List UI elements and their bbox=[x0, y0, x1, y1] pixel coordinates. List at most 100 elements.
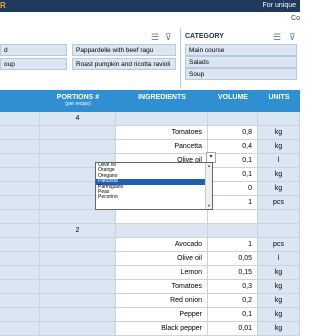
category-item-main-course[interactable]: Main course bbox=[185, 44, 297, 56]
slicer-item[interactable]: Pappardelle with beef ragu bbox=[72, 44, 176, 56]
ingredient-cell[interactable]: Olive oil bbox=[116, 252, 208, 266]
ingredient-cell[interactable] bbox=[116, 224, 208, 238]
column-header-volume: VOLUME bbox=[208, 90, 258, 112]
ingredient-dropdown-list[interactable]: Olive oil Orange Oregano Pancetta Parmigiano… bbox=[95, 162, 213, 210]
ingredient-cell[interactable]: Lemon bbox=[116, 266, 208, 280]
units-cell[interactable] bbox=[258, 112, 300, 126]
slicer-item[interactable]: oup bbox=[0, 58, 67, 70]
portions-cell bbox=[40, 322, 116, 336]
units-cell[interactable]: kg bbox=[258, 182, 300, 196]
dropdown-option[interactable]: Pecorino bbox=[96, 194, 212, 200]
table-row: Black pepper 0,01 kg bbox=[0, 322, 300, 336]
row-label-cell bbox=[0, 322, 40, 336]
row-label-cell bbox=[0, 154, 40, 168]
volume-cell[interactable]: 0,2 bbox=[208, 294, 258, 308]
units-cell[interactable]: pcs bbox=[258, 196, 300, 210]
table-row: Pepper 0,1 kg bbox=[0, 308, 300, 322]
ingredient-cell[interactable]: Red onion bbox=[116, 294, 208, 308]
table-row: Olive oil 0,05 l bbox=[0, 252, 300, 266]
volume-cell[interactable] bbox=[208, 210, 258, 224]
volume-cell[interactable]: 0,1 bbox=[208, 308, 258, 322]
units-cell[interactable] bbox=[258, 210, 300, 224]
category-title: CATEGORY bbox=[185, 33, 224, 40]
units-cell[interactable]: pcs bbox=[258, 238, 300, 252]
table-row: 2 bbox=[0, 224, 300, 238]
units-cell[interactable]: l bbox=[258, 154, 300, 168]
units-cell[interactable]: kg bbox=[258, 280, 300, 294]
units-cell[interactable]: kg bbox=[258, 266, 300, 280]
multi-select-icon[interactable]: ☰ bbox=[273, 32, 281, 42]
units-cell[interactable]: l bbox=[258, 252, 300, 266]
scroll-down-icon[interactable]: ▼ bbox=[206, 203, 212, 209]
row-label-cell bbox=[0, 308, 40, 322]
volume-cell[interactable]: 0,3 bbox=[208, 280, 258, 294]
scroll-up-icon[interactable]: ▲ bbox=[206, 163, 212, 169]
category-slicer-panel: CATEGORY ☰ ⊽ Main course Salads Soup bbox=[181, 28, 300, 88]
ingredient-cell[interactable] bbox=[116, 210, 208, 224]
slicer-item[interactable]: d bbox=[0, 44, 67, 56]
row-label-cell bbox=[0, 224, 40, 238]
sub-banner: Co bbox=[0, 12, 300, 28]
table-row: Pancetta 0,4 kg bbox=[0, 140, 300, 154]
volume-cell[interactable]: 1 bbox=[208, 238, 258, 252]
row-label-cell bbox=[0, 266, 40, 280]
volume-cell[interactable] bbox=[208, 112, 258, 126]
ingredient-cell[interactable]: Pancetta bbox=[116, 140, 208, 154]
table-row: Tomatoes 0,8 kg bbox=[0, 126, 300, 140]
volume-cell[interactable]: 0,8 bbox=[208, 126, 258, 140]
portions-cell bbox=[40, 140, 116, 154]
ingredient-cell[interactable] bbox=[116, 112, 208, 126]
clear-filter-icon[interactable]: ⊽ bbox=[165, 32, 172, 42]
column-header-portions: PORTIONS # (per recipe) bbox=[40, 90, 116, 112]
volume-cell[interactable] bbox=[208, 224, 258, 238]
ingredient-cell[interactable]: Tomatoes bbox=[116, 126, 208, 140]
portions-cell bbox=[40, 280, 116, 294]
row-label-cell bbox=[0, 252, 40, 266]
portions-cell: 2 bbox=[40, 224, 116, 238]
ingredient-cell[interactable]: Avocado bbox=[116, 238, 208, 252]
portions-cell bbox=[40, 126, 116, 140]
top-banner: R For unique bbox=[0, 0, 300, 12]
units-cell[interactable]: kg bbox=[258, 322, 300, 336]
units-cell[interactable]: kg bbox=[258, 308, 300, 322]
row-label-cell bbox=[0, 294, 40, 308]
slicer-item[interactable]: Roast pumpkin and ricotta ravioli bbox=[72, 58, 176, 70]
units-cell[interactable]: kg bbox=[258, 140, 300, 154]
table-row: Red onion 0,2 kg bbox=[0, 294, 300, 308]
dropdown-scrollbar[interactable]: ▲ ▼ bbox=[205, 163, 212, 209]
row-label-cell bbox=[0, 196, 40, 210]
portions-cell bbox=[40, 210, 116, 224]
column-header-units: UNITS bbox=[258, 90, 300, 112]
portions-header-sub: (per recipe) bbox=[65, 101, 91, 107]
units-cell[interactable] bbox=[258, 224, 300, 238]
column-header-blank bbox=[0, 90, 40, 112]
portions-cell bbox=[40, 308, 116, 322]
volume-cell[interactable]: 0,1 bbox=[208, 168, 258, 182]
portions-cell bbox=[40, 266, 116, 280]
multi-select-icon[interactable]: ☰ bbox=[151, 32, 159, 42]
category-item-soup[interactable]: Soup bbox=[185, 68, 297, 80]
clear-filter-icon[interactable]: ⊽ bbox=[289, 32, 296, 42]
row-label-cell bbox=[0, 140, 40, 154]
portions-cell bbox=[40, 294, 116, 308]
ingredient-cell[interactable]: Pepper bbox=[116, 308, 208, 322]
units-cell[interactable]: kg bbox=[258, 294, 300, 308]
volume-cell[interactable]: 1 bbox=[208, 196, 258, 210]
units-cell[interactable]: kg bbox=[258, 126, 300, 140]
row-label-cell bbox=[0, 168, 40, 182]
volume-cell[interactable]: 0,01 bbox=[208, 322, 258, 336]
banner-message: For unique bbox=[262, 2, 296, 9]
units-cell[interactable]: kg bbox=[258, 168, 300, 182]
ingredient-cell[interactable]: Tomatoes bbox=[116, 280, 208, 294]
portions-cell bbox=[40, 252, 116, 266]
table-row: Avocado 1 pcs bbox=[0, 238, 300, 252]
row-label-cell bbox=[0, 210, 40, 224]
table-row: Tomatoes 0,3 kg bbox=[0, 280, 300, 294]
volume-cell[interactable]: 0 bbox=[208, 182, 258, 196]
category-item-salads[interactable]: Salads bbox=[185, 56, 297, 68]
sub-banner-text: Co bbox=[291, 15, 300, 22]
volume-cell[interactable]: 0,05 bbox=[208, 252, 258, 266]
brand-mark: R bbox=[0, 1, 6, 10]
ingredient-cell[interactable]: Black pepper bbox=[116, 322, 208, 336]
volume-cell[interactable]: 0,15 bbox=[208, 266, 258, 280]
